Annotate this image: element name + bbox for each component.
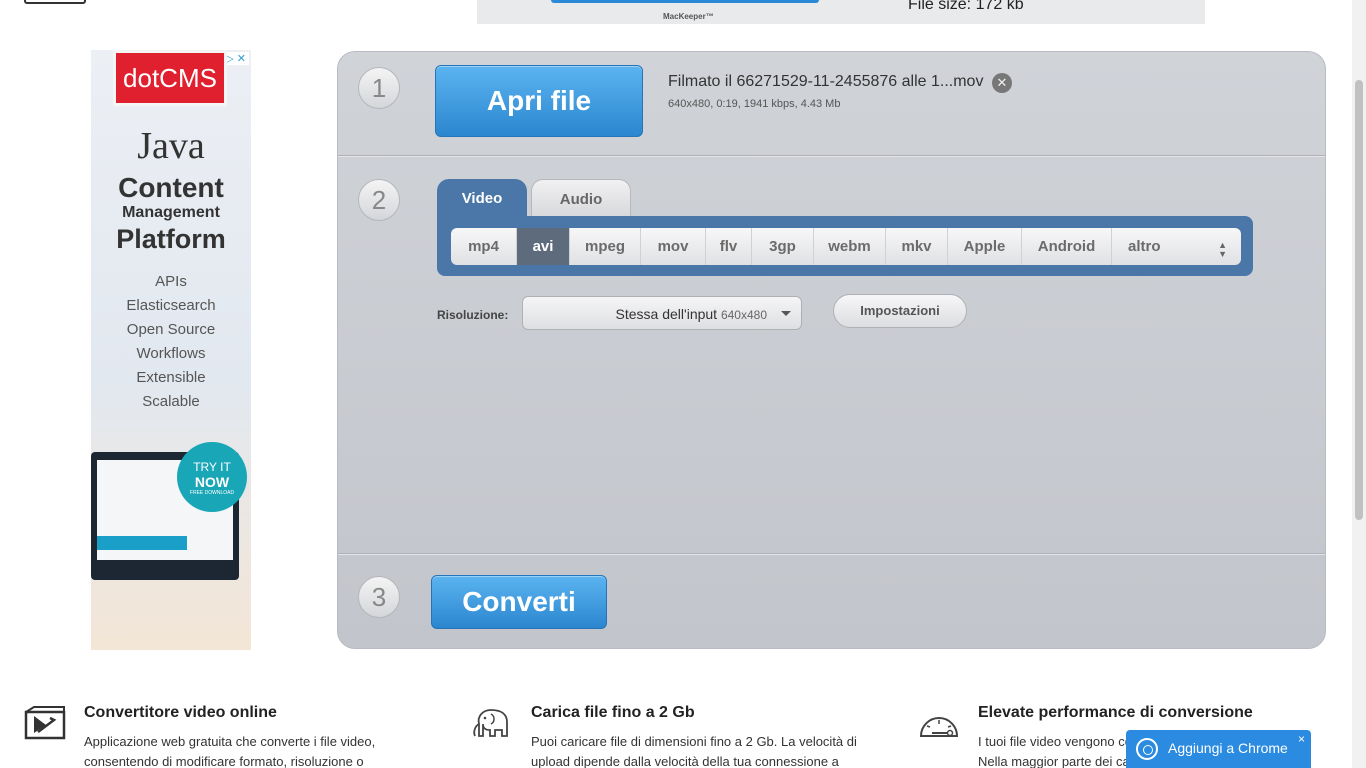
converter-panel: 1 Apri file Filmato il 66271529-11-24558… — [337, 51, 1326, 649]
ad-feature: Open Source — [126, 321, 216, 338]
format-avi[interactable]: avi — [517, 228, 570, 265]
scrollbar-thumb[interactable] — [1355, 80, 1363, 520]
format-list: mp4 avi mpeg mov flv 3gp webm mkv Apple … — [451, 228, 1241, 265]
tab-audio[interactable]: Audio — [531, 179, 631, 217]
resolution-value-wrap: Stessa dell'input 640x480 — [616, 306, 767, 322]
format-android[interactable]: Android — [1022, 228, 1112, 265]
feature-title: Convertitore video online — [84, 704, 277, 721]
page-scrollbar[interactable] — [1352, 0, 1366, 768]
resolution-detail: 640x480 — [720, 308, 767, 322]
top-ad-banner[interactable]: MacKeeper™ File size: 172 kb — [477, 0, 1205, 24]
file-name: Filmato il 66271529-11-2455876 alle 1...… — [668, 73, 984, 90]
feature-title: Elevate performance di conversione — [978, 704, 1253, 721]
ad-feature: Scalable — [142, 393, 200, 410]
ad-java-text: Java — [137, 125, 205, 167]
video-editor-icon — [24, 706, 66, 740]
format-mpeg[interactable]: mpeg — [570, 228, 641, 265]
ad-feature-list: APIs Elasticsearch Open Source Workflows… — [91, 270, 251, 414]
format-webm[interactable]: webm — [814, 228, 886, 265]
ad-feature: Workflows — [136, 345, 206, 362]
ad-feature: APIs — [155, 273, 187, 290]
format-3gp[interactable]: 3gp — [752, 228, 814, 265]
speedometer-icon — [919, 717, 959, 737]
feature-text: Applicazione web gratuita che converte i… — [84, 734, 376, 768]
step-3-number: 3 — [358, 576, 400, 618]
ad-file-size: File size: 172 kb — [908, 0, 1024, 13]
close-icon[interactable]: × — [1298, 732, 1305, 746]
ad-feature: Elasticsearch — [126, 297, 216, 314]
step-1-number: 1 — [358, 67, 400, 109]
ad-logo: dotCMS — [113, 50, 227, 106]
step-divider — [338, 155, 1325, 157]
badge-line1: TRY IT — [193, 460, 231, 474]
badge-line2: NOW — [194, 474, 230, 490]
file-meta: 640x480, 0:19, 1941 kbps, 4.43 Mb — [668, 98, 841, 110]
chevron-down-icon — [781, 311, 791, 316]
badge-line3: FREE DOWNLOAD — [189, 490, 235, 496]
feature-title: Carica file fino a 2 Gb — [531, 704, 695, 721]
tab-video[interactable]: Video — [437, 179, 527, 217]
ad-feature: Extensible — [136, 369, 206, 386]
resolution-label: Risoluzione: — [437, 308, 509, 322]
open-file-button[interactable]: Apri file — [435, 65, 643, 137]
updown-icon: ▲ ▼ — [1218, 240, 1227, 259]
format-mp4[interactable]: mp4 — [451, 228, 517, 265]
format-other-select[interactable]: altro ▲ ▼ — [1112, 228, 1241, 265]
top-logo-fragment — [24, 0, 86, 4]
ad-platform-text: Platform — [116, 224, 226, 254]
add-to-chrome-label: Aggiungi a Chrome — [1168, 740, 1288, 756]
close-icon[interactable]: ✕ — [992, 73, 1012, 93]
resolution-value: Stessa dell'input — [615, 306, 718, 322]
add-to-chrome-banner[interactable]: Aggiungi a Chrome × — [1126, 730, 1311, 768]
settings-button[interactable]: Impostazioni — [833, 294, 967, 328]
side-ad[interactable]: ▷ ✕ dotCMS Java Content Management Platf… — [91, 50, 251, 650]
format-flv[interactable]: flv — [706, 228, 752, 265]
elephant-icon — [473, 709, 508, 737]
resolution-select[interactable]: Stessa dell'input 640x480 — [522, 296, 802, 330]
convert-button[interactable]: Converti — [431, 575, 607, 629]
format-mov[interactable]: mov — [641, 228, 706, 265]
chrome-icon — [1136, 738, 1158, 760]
format-bar: mp4 avi mpeg mov flv 3gp webm mkv Apple … — [437, 216, 1253, 276]
format-apple[interactable]: Apple — [948, 228, 1022, 265]
step-divider — [338, 553, 1325, 555]
ad-try-badge[interactable]: TRY IT NOW FREE DOWNLOAD — [177, 442, 247, 512]
format-mkv[interactable]: mkv — [886, 228, 948, 265]
ad-content-text: Content — [118, 172, 224, 203]
feature-text: Puoi caricare file di dimensioni fino a … — [531, 734, 857, 768]
ad-management-text: Management — [122, 204, 220, 221]
step-2-number: 2 — [358, 179, 400, 221]
ad-brand: MacKeeper™ — [663, 12, 714, 21]
ad-button-fragment[interactable] — [551, 0, 819, 3]
format-other-label: altro — [1128, 238, 1161, 255]
